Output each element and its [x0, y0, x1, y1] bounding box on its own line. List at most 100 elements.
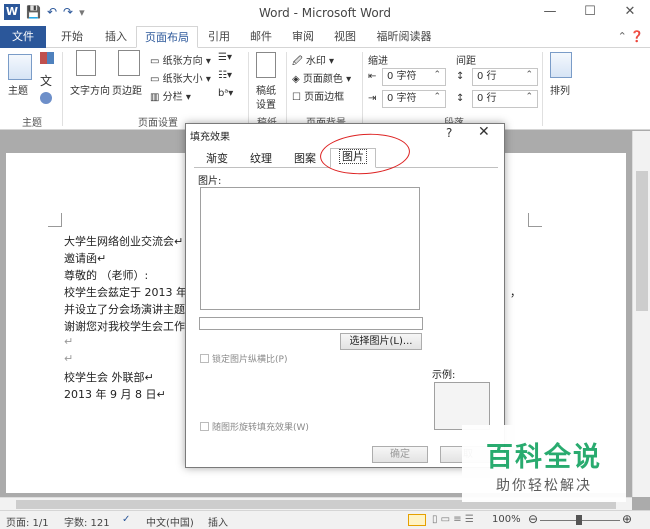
maximize-button[interactable]: ☐	[570, 0, 610, 26]
proofing-icon[interactable]: ✓	[122, 514, 130, 525]
indent-right-icon: ⇥	[368, 93, 377, 104]
ok-button[interactable]: 确定	[372, 446, 428, 463]
doc-paragraph: 并设立了分会场演讲主题	[64, 303, 185, 316]
font-icon[interactable]: 文	[40, 72, 52, 89]
draft-paper-icon[interactable]	[256, 52, 276, 78]
tab-insert[interactable]: 插入	[96, 26, 136, 48]
tab-page-layout[interactable]: 页面布局	[136, 26, 198, 48]
columns-button[interactable]: ▥ 分栏 ▾	[150, 88, 191, 103]
hyphenation-button[interactable]: bᵃ▾	[218, 88, 233, 99]
zoom-level[interactable]: 100%	[492, 514, 521, 525]
doc-paragraph: ↵	[64, 352, 74, 365]
tab-mailings[interactable]: 邮件	[244, 26, 278, 48]
indent-left-icon: ⇤	[368, 71, 377, 82]
draft-settings-line1[interactable]: 稿纸	[256, 82, 276, 97]
dialog-close-button[interactable]: ✕	[478, 124, 490, 140]
group-separator	[362, 52, 363, 126]
arrange-button[interactable]: 排列	[550, 82, 570, 97]
tab-foxit-reader[interactable]: 福昕阅读器	[372, 26, 436, 48]
indent-label: 缩进	[368, 56, 388, 67]
margins-icon[interactable]	[118, 50, 140, 76]
watermark-subtitle: 助你轻松解决	[496, 478, 592, 494]
ribbon-help-icons[interactable]: ⌃ ❓	[618, 30, 644, 43]
page-color-button[interactable]: ◈ 页面颜色 ▾	[292, 70, 351, 85]
lock-aspect-ratio-checkbox[interactable]: 锁定图片纵横比(P)	[200, 352, 287, 365]
theme-icon[interactable]	[8, 54, 32, 80]
group-separator	[62, 52, 63, 126]
watermark-title: 百科全说	[486, 442, 602, 473]
title-bar: W 💾 ↶ ↷ ▾ Word - Microsoft Word — ☐ ✕	[0, 0, 650, 26]
tab-home[interactable]: 开始	[52, 26, 92, 48]
annotation-circle	[318, 130, 412, 178]
text-direction-icon[interactable]	[76, 50, 96, 76]
orientation-button[interactable]: ▭ 纸张方向 ▾	[150, 52, 211, 67]
zoom-slider-thumb[interactable]	[576, 515, 582, 525]
space-after-input[interactable]: 0 行	[472, 89, 538, 108]
size-button[interactable]: ▭ 纸张大小 ▾	[150, 70, 211, 85]
dialog-title: 填充效果	[190, 132, 230, 143]
rotate-with-shape-checkbox[interactable]: 随图形旋转填充效果(W)	[200, 420, 309, 433]
print-layout-view-icon[interactable]	[408, 514, 426, 526]
margin-mark	[528, 213, 542, 227]
doc-paragraph: 尊敬的 （老师）:	[64, 269, 149, 282]
doc-paragraph: 邀请函↵	[64, 252, 107, 265]
tab-file[interactable]: 文件	[0, 26, 46, 48]
language-indicator[interactable]: 中文(中国)	[146, 514, 194, 529]
color-palette-icon[interactable]	[40, 52, 54, 64]
line-numbers-button[interactable]: ☷▾	[218, 70, 232, 81]
theme-button-label[interactable]: 主题	[8, 82, 28, 97]
space-before-input[interactable]: 0 行	[472, 67, 538, 86]
help-button[interactable]: ?	[446, 126, 452, 140]
arrange-icon[interactable]	[550, 52, 572, 78]
text-direction-button[interactable]: 文字方向	[70, 82, 110, 97]
vertical-scroll-thumb[interactable]	[636, 171, 648, 311]
tab-references[interactable]: 引用	[202, 26, 236, 48]
sample-preview	[434, 382, 490, 430]
tab-view[interactable]: 视图	[328, 26, 362, 48]
fill-effects-dialog: 填充效果 ? ✕ 渐变 纹理 图案 图片 图片: 选择图片(L)... 锁定图片…	[185, 123, 505, 468]
zoom-in-button[interactable]: ⊕	[622, 512, 632, 526]
margin-mark	[48, 213, 62, 227]
indent-left-input[interactable]: 0 字符	[382, 67, 446, 86]
doc-paragraph: 谢谢您对我校学生会工作	[64, 320, 185, 333]
space-before-icon: ↕	[456, 71, 465, 82]
page-count[interactable]: 页面: 1/1	[6, 514, 49, 529]
draft-settings-line2[interactable]: 设置	[256, 96, 276, 111]
word-count[interactable]: 字数: 121	[64, 514, 110, 529]
zoom-out-button[interactable]: ⊖	[528, 512, 538, 526]
ribbon-tabs: 文件 开始 插入 页面布局 引用 邮件 审阅 视图 福昕阅读器 ⌃ ❓	[0, 26, 650, 48]
picture-preview	[200, 187, 420, 310]
paint-bucket-icon: ◈	[292, 74, 300, 85]
sample-label: 示例:	[432, 370, 456, 381]
vertical-scrollbar[interactable]	[632, 131, 650, 497]
breaks-button[interactable]: ☰▾	[218, 52, 232, 63]
picture-name-field	[199, 317, 423, 330]
minimize-button[interactable]: —	[530, 0, 570, 26]
site-watermark: 百科全说 助你轻松解决	[462, 425, 626, 502]
doc-paragraph: 校学生会 外联部↵	[64, 371, 154, 384]
insert-mode-indicator[interactable]: 插入	[208, 514, 228, 529]
tab-review[interactable]: 审阅	[286, 26, 320, 48]
select-picture-button[interactable]: 选择图片(L)...	[340, 333, 422, 350]
tab-gradient[interactable]: 渐变	[202, 151, 232, 168]
margins-button[interactable]: 页边距	[112, 82, 142, 97]
watermark-button[interactable]: 🖉 水印 ▾	[292, 52, 334, 71]
tab-texture[interactable]: 纹理	[246, 151, 276, 168]
group-label-themes: 主题	[22, 118, 42, 129]
status-bar: 页面: 1/1 字数: 121 ✓ 中文(中国) 插入 ▯ ▭ ≡ ☰ 100%…	[0, 510, 650, 529]
indent-right-input[interactable]: 0 字符	[382, 89, 446, 108]
doc-fragment: ，	[510, 286, 521, 299]
watermark-icon: 🖉	[292, 56, 303, 67]
picture-label: 图片:	[198, 176, 222, 187]
page-borders-button[interactable]: ☐ 页面边框	[292, 88, 344, 103]
group-separator	[542, 52, 543, 126]
effects-icon[interactable]	[40, 92, 52, 104]
close-button[interactable]: ✕	[610, 0, 650, 26]
tab-pattern[interactable]: 图案	[290, 151, 320, 168]
spacing-label: 间距	[456, 56, 476, 67]
view-mode-icons[interactable]: ▯ ▭ ≡ ☰	[432, 514, 474, 525]
doc-paragraph: 大学生网络创业交流会↵	[64, 235, 184, 248]
group-separator	[248, 52, 249, 126]
doc-paragraph: 校学生会兹定于 2013 年	[64, 286, 187, 299]
doc-paragraph: 2013 年 9 月 8 日↵	[64, 388, 166, 401]
